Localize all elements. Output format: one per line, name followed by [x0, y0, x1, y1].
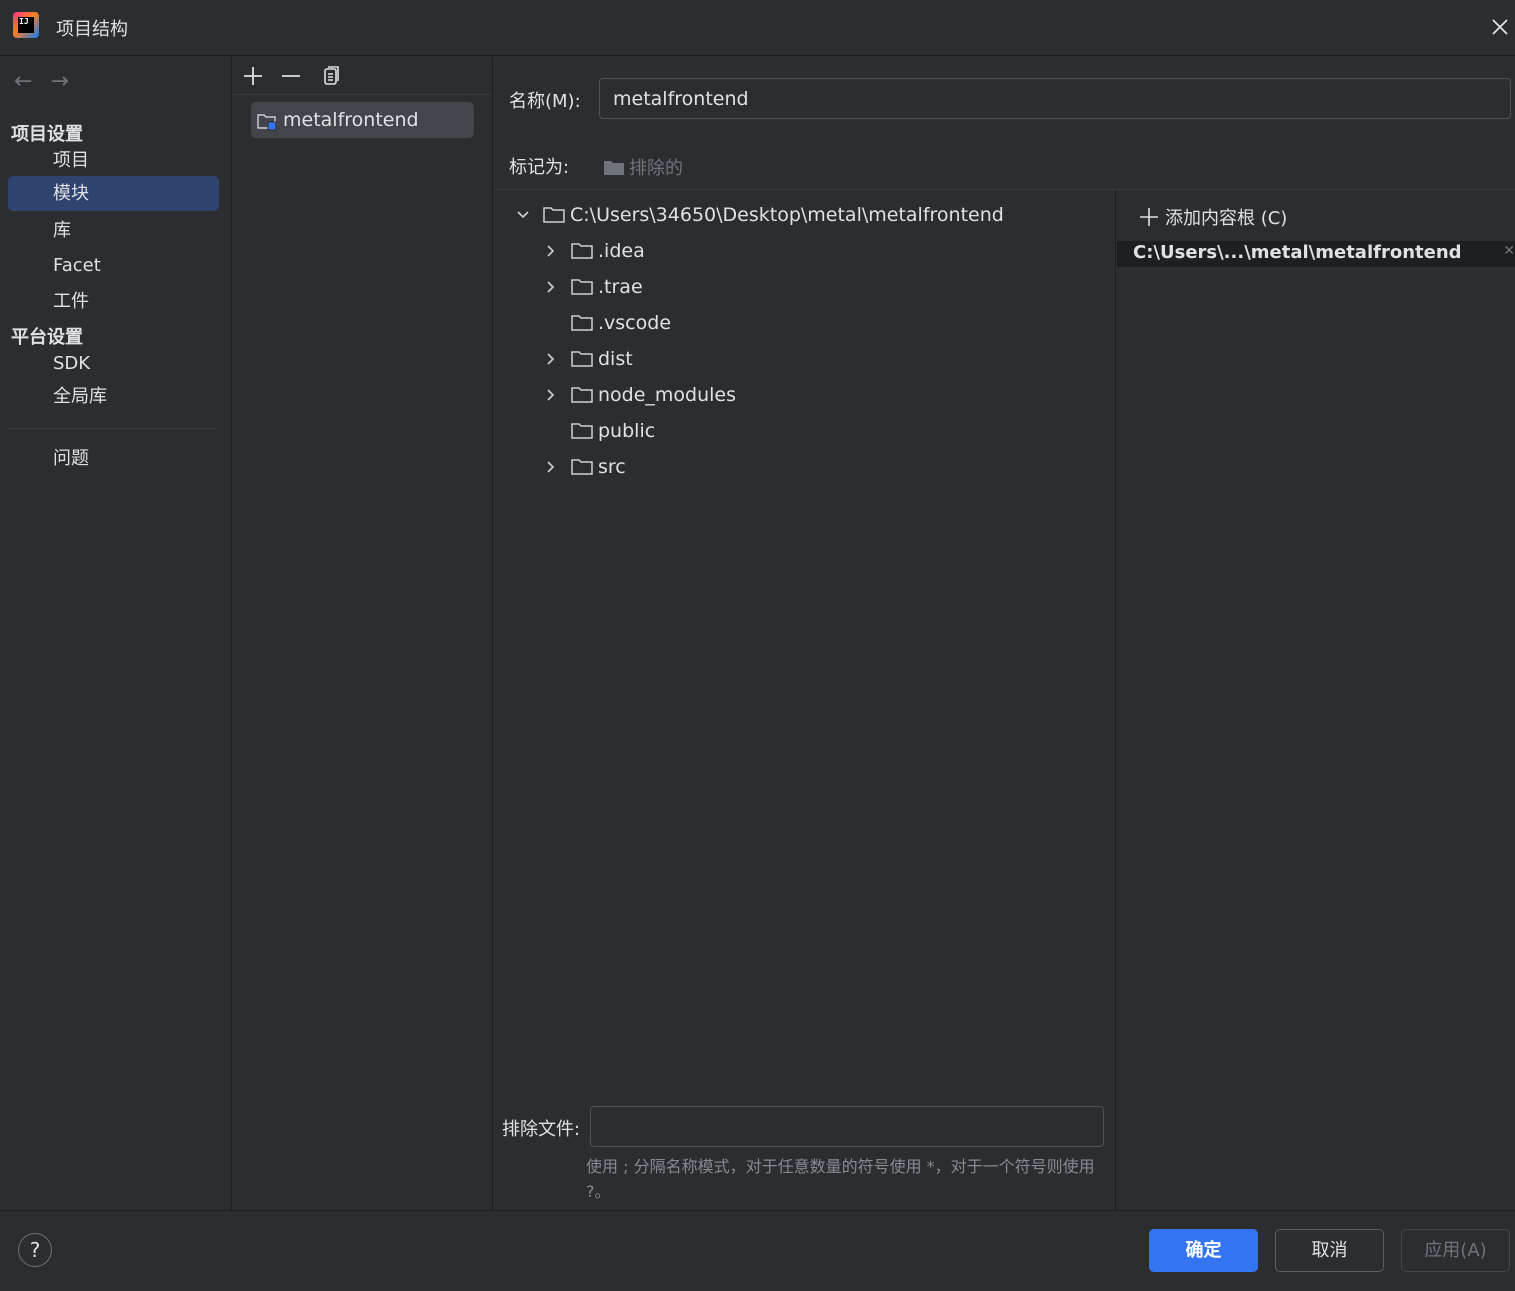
nav-item-global-libraries[interactable]: 全局库: [8, 379, 219, 414]
intellij-logo-icon: IJ: [13, 12, 39, 38]
exclude-files-hint: 使用 ; 分隔名称模式，对于任意数量的符号使用 *，对于一个符号则使用 ?。: [586, 1157, 1095, 1201]
tree-root-row[interactable]: C:\Users\34650\Desktop\metal\metalfronte…: [514, 200, 1004, 230]
content-root-entry[interactable]: C:\Users\...\metal\metalfrontend ✕: [1117, 241, 1515, 267]
tree-row[interactable]: .idea: [542, 236, 645, 266]
settings-navigation: ← → 项目设置 项目 模块 库 Facet 工件 平台设置 SDK 全局库 问…: [0, 57, 232, 1210]
chevron-down-icon[interactable]: [514, 206, 532, 224]
content-roots-panel: 添加内容根 (C): [1117, 190, 1515, 1210]
tree-row[interactable]: .vscode: [542, 308, 671, 338]
chevron-right-icon[interactable]: [542, 350, 560, 368]
tree-item-label: public: [598, 420, 656, 442]
excluded-folder-icon: [604, 161, 624, 175]
tree-item-label: dist: [598, 348, 633, 370]
module-folder-icon: [257, 114, 277, 131]
add-module-button[interactable]: [241, 64, 265, 88]
copy-module-button[interactable]: [319, 64, 343, 88]
content-root-tree: C:\Users\34650\Desktop\metal\metalfronte…: [494, 190, 1116, 1210]
nav-item-project[interactable]: 项目: [8, 143, 219, 178]
close-icon: [1492, 19, 1508, 35]
folder-icon: [571, 387, 593, 403]
copy-icon: [324, 66, 339, 85]
plus-icon: [1140, 208, 1158, 226]
tree-row[interactable]: src: [542, 452, 626, 482]
chevron-right-icon[interactable]: [542, 278, 560, 296]
mark-as-label: 标记为:: [509, 157, 570, 178]
help-button[interactable]: ?: [18, 1233, 52, 1267]
nav-arrows: ← →: [14, 71, 69, 93]
tree-item-label: .vscode: [598, 312, 672, 334]
nav-divider: [8, 428, 216, 429]
module-name-input[interactable]: [599, 78, 1511, 119]
cancel-button[interactable]: 取消: [1275, 1229, 1384, 1272]
folder-icon: [543, 207, 565, 223]
nav-item-sdk[interactable]: SDK: [8, 346, 219, 381]
minus-icon: [282, 75, 300, 77]
tree-row[interactable]: node_modules: [542, 380, 736, 410]
tree-item-label: src: [598, 456, 626, 478]
forward-arrow-icon[interactable]: →: [50, 71, 68, 93]
remove-module-button[interactable]: [279, 64, 303, 88]
folder-icon: [571, 315, 593, 331]
chevron-right-icon[interactable]: [542, 242, 560, 260]
project-structure-dialog: IJ 项目结构 ← → 项目设置 项目 模块 库 Facet 工件 平台设置 S…: [0, 0, 1515, 1291]
folder-icon: [571, 279, 593, 295]
close-button[interactable]: [1485, 10, 1515, 44]
nav-item-artifacts[interactable]: 工件: [8, 284, 219, 319]
tree-row[interactable]: .trae: [542, 272, 643, 302]
nav-item-libraries[interactable]: 库: [8, 213, 219, 248]
ok-button[interactable]: 确定: [1149, 1229, 1258, 1272]
tree-item-label: .trae: [598, 276, 643, 298]
tree-item-label: node_modules: [598, 384, 737, 406]
folder-icon: [571, 423, 593, 439]
tree-item-label: .idea: [598, 240, 645, 262]
chevron-right-icon[interactable]: [542, 386, 560, 404]
content-root-path: C:\Users\...\metal\metalfrontend: [1133, 242, 1462, 263]
exclude-files-input[interactable]: [590, 1106, 1104, 1147]
module-list-toolbar: [233, 57, 492, 95]
back-arrow-icon[interactable]: ←: [14, 71, 32, 93]
exclude-files-label: 排除文件:: [502, 1119, 581, 1140]
plus-icon: [244, 67, 262, 85]
folder-icon: [571, 243, 593, 259]
chevron-right-icon[interactable]: [542, 458, 560, 476]
folder-icon: [571, 351, 593, 367]
excluded-label: 排除的: [629, 158, 683, 179]
mark-excluded-button[interactable]: 排除的: [603, 154, 683, 180]
tree-row[interactable]: public: [542, 416, 655, 446]
add-content-root-button[interactable]: 添加内容根 (C): [1139, 204, 1287, 230]
title-bar: IJ 项目结构: [0, 0, 1515, 56]
chevron-placeholder: [542, 422, 560, 440]
dialog-footer: ? 确定 取消 应用(A): [0, 1210, 1515, 1291]
module-label: metalfrontend: [283, 109, 419, 131]
remove-content-root-icon[interactable]: ✕: [1503, 243, 1515, 259]
chevron-placeholder: [542, 314, 560, 332]
apply-button[interactable]: 应用(A): [1401, 1229, 1510, 1272]
window-title: 项目结构: [56, 19, 128, 40]
module-list-panel: metalfrontend: [233, 57, 493, 1210]
tree-row[interactable]: dist: [542, 344, 633, 374]
nav-item-facets[interactable]: Facet: [8, 248, 219, 283]
tree-root-label: C:\Users\34650\Desktop\metal\metalfronte…: [570, 204, 1004, 226]
name-label: 名称(M):: [509, 91, 581, 112]
module-list-item[interactable]: metalfrontend: [251, 102, 474, 138]
add-content-root-label: 添加内容根 (C): [1165, 208, 1288, 229]
nav-item-modules[interactable]: 模块: [8, 176, 219, 211]
folder-icon: [571, 459, 593, 475]
nav-item-problems[interactable]: 问题: [8, 441, 219, 476]
